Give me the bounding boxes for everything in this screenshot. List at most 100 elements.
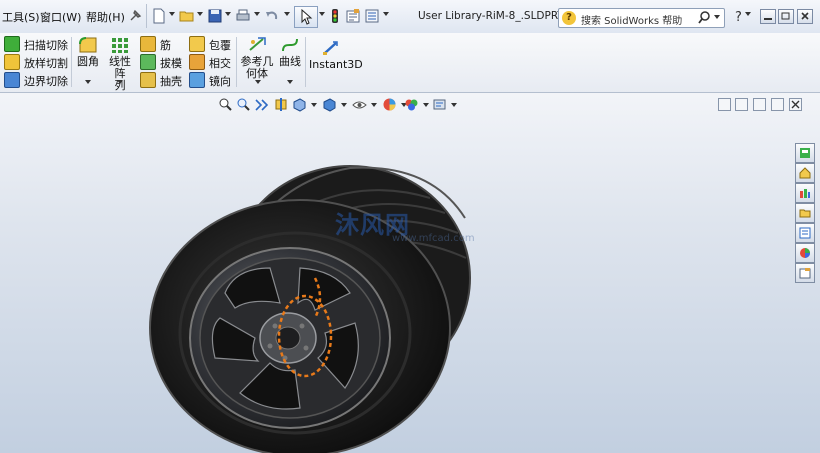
view-orientation-dropdown-icon[interactable] xyxy=(311,103,317,107)
undo-icon[interactable] xyxy=(264,8,280,24)
viewport-restore-button[interactable] xyxy=(771,98,784,111)
hide-show-dropdown-icon[interactable] xyxy=(371,103,377,107)
custom-properties-icon xyxy=(799,268,811,279)
file-properties-icon[interactable] xyxy=(345,8,361,24)
view-settings-dropdown-icon[interactable] xyxy=(451,103,457,107)
select-dropdown-icon[interactable] xyxy=(319,12,325,16)
options-dropdown-icon[interactable] xyxy=(383,12,389,16)
boundary-cut-label: 边界切除 xyxy=(24,75,68,88)
save-icon[interactable] xyxy=(207,8,223,24)
boundary-cut-icon xyxy=(4,72,20,88)
save-dropdown-icon[interactable] xyxy=(225,12,231,16)
help-icon[interactable]: ? xyxy=(731,8,747,24)
linear-pattern-dropdown-icon[interactable] xyxy=(117,80,123,84)
task-pane-resources[interactable] xyxy=(795,143,815,163)
task-pane-home[interactable] xyxy=(795,163,815,183)
reference-geometry-icon xyxy=(249,37,266,51)
apply-scene-dropdown-icon[interactable] xyxy=(423,103,429,107)
viewport-tile-button[interactable] xyxy=(718,98,731,111)
previous-view-icon[interactable] xyxy=(254,97,269,112)
curves-button[interactable]: 曲线 xyxy=(278,36,302,68)
view-settings-icon[interactable] xyxy=(432,97,447,112)
intersect-button[interactable]: 相交 xyxy=(189,54,231,71)
sweep-cut-button[interactable]: 扫描切除 xyxy=(4,36,68,53)
reference-geometry-button[interactable]: 参考几 何体 xyxy=(240,36,274,80)
draft-button[interactable]: 拔模 xyxy=(140,54,182,71)
help-question-icon: ? xyxy=(562,11,576,25)
design-library-icon xyxy=(800,189,810,198)
task-pane-view-palette[interactable] xyxy=(795,223,815,243)
tire-rim-model[interactable] xyxy=(130,158,480,453)
task-pane-design-library[interactable] xyxy=(795,183,815,203)
undo-dropdown-icon[interactable] xyxy=(284,12,290,16)
task-pane-appearances[interactable] xyxy=(795,243,815,263)
menu-tools[interactable]: 工具(S) xyxy=(2,9,40,25)
pin-icon[interactable] xyxy=(127,8,143,24)
draft-label: 拔模 xyxy=(160,57,182,70)
reference-geometry-label-2: 何体 xyxy=(246,67,268,80)
search-dropdown-icon[interactable] xyxy=(714,15,720,19)
menu-help[interactable]: 帮助(H) xyxy=(86,9,125,25)
mirror-icon xyxy=(189,72,205,88)
rib-button[interactable]: 筋 xyxy=(140,36,171,53)
select-button[interactable] xyxy=(294,6,318,28)
new-document-icon[interactable] xyxy=(151,8,167,24)
apply-scene-icon[interactable] xyxy=(404,97,419,112)
mirror-button[interactable]: 镜向 xyxy=(189,72,231,89)
wrap-label: 包覆 xyxy=(209,39,231,52)
shell-button[interactable]: 抽壳 xyxy=(140,72,182,89)
close-icon xyxy=(801,12,809,20)
zoom-to-fit-icon[interactable] xyxy=(218,97,233,112)
open-dropdown-icon[interactable] xyxy=(197,12,203,16)
restore-icon xyxy=(781,12,790,20)
viewport-split-button[interactable] xyxy=(735,98,748,111)
menu-window[interactable]: 窗口(W) xyxy=(40,9,81,25)
task-pane-custom-properties[interactable] xyxy=(795,263,815,283)
svg-text:?: ? xyxy=(735,10,742,24)
minimize-button[interactable] xyxy=(760,9,776,24)
hide-show-icon[interactable] xyxy=(352,97,367,112)
restore-button[interactable] xyxy=(778,9,794,24)
edit-appearance-icon[interactable] xyxy=(382,97,397,112)
search-icon[interactable] xyxy=(698,11,711,24)
new-dropdown-icon[interactable] xyxy=(169,12,175,16)
viewport-close-button[interactable] xyxy=(789,98,802,111)
shell-icon xyxy=(140,72,156,88)
view-orientation-icon[interactable] xyxy=(292,97,307,112)
appearances-icon xyxy=(800,248,810,258)
wrap-button[interactable]: 包覆 xyxy=(189,36,231,53)
rebuild-icon[interactable] xyxy=(327,8,343,24)
help-search-box[interactable]: ? 搜索 SolidWorks 帮助 xyxy=(558,8,725,28)
curves-label: 曲线 xyxy=(279,55,301,68)
toolbar-separator xyxy=(146,4,147,28)
instant3d-label: Instant3D xyxy=(309,58,363,71)
options-icon[interactable] xyxy=(364,8,380,24)
boundary-cut-button[interactable]: 边界切除 xyxy=(4,72,68,89)
help-dropdown-icon[interactable] xyxy=(745,12,751,16)
graphics-area[interactable]: 沐风网 www.mfcad.com xyxy=(0,93,820,453)
open-folder-icon[interactable] xyxy=(179,8,195,24)
intersect-label: 相交 xyxy=(209,57,231,70)
viewport-minimize-button[interactable] xyxy=(753,98,766,111)
display-style-dropdown-icon[interactable] xyxy=(341,103,347,107)
help-search-input[interactable]: 搜索 SolidWorks 帮助 xyxy=(581,12,682,27)
fillet-button[interactable]: 圆角 xyxy=(75,36,101,68)
print-dropdown-icon[interactable] xyxy=(254,12,260,16)
viewport-close-icon xyxy=(791,100,800,109)
zoom-to-area-icon[interactable] xyxy=(236,97,251,112)
section-view-icon[interactable] xyxy=(274,97,289,112)
reference-geometry-dropdown-icon[interactable] xyxy=(255,80,261,84)
task-pane-file-explorer[interactable] xyxy=(795,203,815,223)
close-button[interactable] xyxy=(797,9,813,24)
instant3d-button[interactable]: Instant3D xyxy=(309,39,363,71)
loft-cut-button[interactable]: 放样切割 xyxy=(4,54,68,71)
display-style-icon[interactable] xyxy=(322,97,337,112)
fillet-dropdown-icon[interactable] xyxy=(85,80,91,84)
curves-icon xyxy=(282,38,298,52)
file-explorer-icon xyxy=(799,209,811,218)
print-icon[interactable] xyxy=(235,8,251,24)
shell-label: 抽壳 xyxy=(160,75,182,88)
curves-dropdown-icon[interactable] xyxy=(287,80,293,84)
rib-label: 筋 xyxy=(160,39,171,52)
wrap-icon xyxy=(189,36,205,52)
